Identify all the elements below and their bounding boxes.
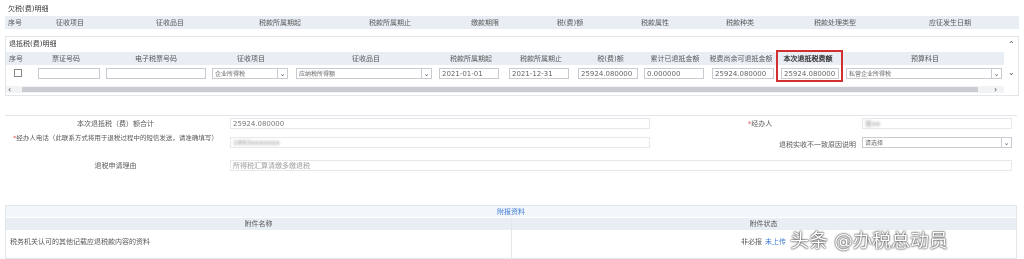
scrollbar-thumb[interactable]	[22, 87, 978, 92]
reason-input[interactable]: 所得税汇算清缴多缴退税	[230, 160, 1012, 171]
att-col-name: 附件名称	[244, 220, 273, 228]
mismatch-label: 退税实收不一致原因说明	[779, 140, 856, 149]
att-upload-link[interactable]: 未上传	[765, 237, 786, 247]
ticket-no-input[interactable]	[38, 68, 100, 79]
arrears-section-title: 欠税(费)明细	[8, 5, 49, 13]
phone-label-text: 经办人电话（此联系方式将用于退税过程中的短信发送，请准确填写）	[16, 134, 218, 142]
col-tax-amount: 税(费)额	[556, 18, 584, 27]
rcol-levy-item: 征收项目	[237, 54, 265, 63]
mismatch-select[interactable]: 请选择 ⌄	[862, 137, 1012, 148]
col-levy-sub-item: 征收品目	[156, 18, 184, 27]
chevron-down-icon: ⌄	[991, 69, 1001, 78]
scroll-left-icon[interactable]: ‹	[8, 85, 11, 94]
phone-input[interactable]: 1893xxxxxxx	[230, 137, 650, 148]
rcol-period-start: 税款所属期起	[450, 54, 492, 63]
agent-label: * 经办人	[747, 119, 773, 128]
agent-label-text: 经办人	[751, 119, 773, 128]
arrears-table-header: 序号 征收项目 征收品目 税款所属期起 税款所属期止 缴款期限 税(费)额 税款…	[5, 16, 1019, 29]
period-end-field[interactable]: 2021-12-31	[509, 68, 569, 79]
rcol-remaining: 税费尚余可退抵金额	[709, 54, 773, 63]
rcol-e-ticket-no: 电子税票号码	[135, 54, 177, 63]
attachments-title: 附报资料	[6, 206, 1016, 217]
col-process-type: 税款处理类型	[814, 18, 856, 27]
levy-item-select[interactable]: 企业所得税 ⌄	[212, 68, 288, 79]
agent-input[interactable]: 张xx	[862, 118, 1012, 129]
chevron-down-icon: ⌄	[1001, 138, 1011, 147]
phone-value: 1893xxxxxxx	[233, 138, 280, 147]
e-ticket-no-input[interactable]	[106, 68, 206, 79]
refund-section-title: 退抵税(费)明细	[9, 40, 57, 48]
this-refund-input[interactable]: 25924.080000	[781, 68, 839, 79]
reason-label: 退税申请理由	[94, 161, 137, 170]
watermark-text: 头条 @办税总动员	[790, 230, 949, 252]
row-checkbox[interactable]	[14, 69, 22, 77]
rcol-tax-amount: 税(费)额	[597, 54, 624, 63]
col-levy-item: 征收项目	[56, 18, 84, 27]
phone-label: *经办人电话（此联系方式将用于退税过程中的短信发送，请准确填写）	[13, 134, 218, 142]
total-label: 本次退抵税（费）额合计	[77, 119, 154, 128]
col-tax-kind: 税款种类	[726, 18, 754, 27]
rcol-index: 序号	[9, 54, 23, 63]
mismatch-placeholder: 请选择	[865, 140, 884, 147]
horizontal-scrollbar[interactable]: ‹ ›	[6, 85, 1004, 94]
col-due-date: 缴款期限	[471, 18, 499, 27]
refund-row: 企业所得税 ⌄ 应纳税所得额 ⌄ 2021-01-01 2021-12-31 2…	[6, 50, 1004, 82]
rcol-refunded: 累计已退抵金额	[650, 54, 700, 63]
period-start-field[interactable]: 2021-01-01	[439, 68, 499, 79]
budget-subject-value: 私营企业所得税	[849, 71, 892, 78]
rcol-ticket-no: 票证号码	[52, 54, 80, 63]
rcol-budget-subject: 预算科目	[911, 54, 939, 63]
att-row-name: 税务机关认可的其他记载应退税款内容的资料	[10, 238, 150, 246]
chevron-down-icon: ⌄	[421, 69, 431, 78]
rcol-period-end: 税款所属期止	[520, 54, 562, 63]
col-tax-attr: 税款属性	[641, 18, 669, 27]
divider	[511, 218, 512, 258]
refund-table-header: 序号 票证号码 电子税票号码 征收项目 征收品目 税款所属期起 税款所属期止 税…	[6, 52, 1004, 65]
col-period-end: 税款所属期止	[369, 18, 411, 27]
levy-item-value: 企业所得税	[215, 71, 246, 78]
agent-value: 张xx	[865, 119, 881, 128]
col-period-start: 税款所属期起	[259, 18, 301, 27]
levy-sub-item-select[interactable]: 应纳税所得额 ⌄	[296, 68, 432, 79]
scroll-down-icon[interactable]: ⌄	[1008, 68, 1015, 77]
att-required-text: 非必报	[741, 238, 762, 246]
refunded-field[interactable]: 0.000000	[644, 68, 704, 79]
total-value: 25924.080000	[230, 118, 650, 129]
col-index: 序号	[8, 18, 22, 27]
scroll-up-icon[interactable]: ⌃	[1008, 40, 1015, 49]
chevron-down-icon: ⌄	[277, 69, 287, 78]
col-occur-date: 应征发生日期	[929, 18, 971, 27]
tax-amount-field[interactable]: 25924.080000	[578, 68, 638, 79]
levy-sub-item-value: 应纳税所得额	[299, 71, 336, 78]
budget-subject-select[interactable]: 私营企业所得税 ⌄	[846, 68, 1002, 79]
scroll-right-icon[interactable]: ›	[994, 85, 997, 94]
rcol-levy-sub-item: 征收品目	[352, 54, 380, 63]
remaining-field[interactable]: 25924.080000	[712, 68, 774, 79]
